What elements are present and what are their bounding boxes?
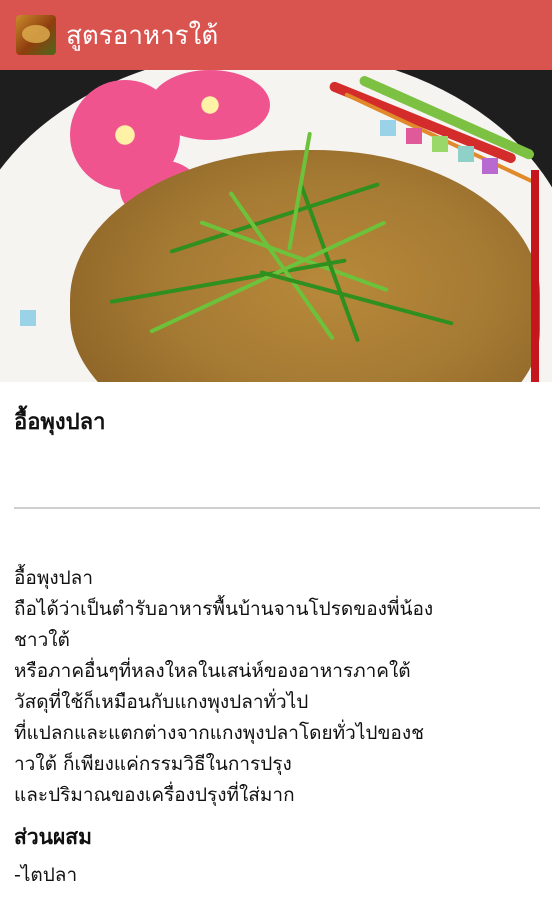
plate-square xyxy=(380,120,396,136)
description-line: และปริมาณของเครื่องปรุงที่ใส่มาก xyxy=(14,784,295,806)
plate-square xyxy=(482,158,498,174)
app-title: สูตรอาหารใต้ xyxy=(66,20,219,51)
app-bar: สูตรอาหารใต้ xyxy=(0,0,552,70)
recipe-description: อื้อพุงปลา ถือได้ว่าเป็นตำรับอาหารพื้นบ้… xyxy=(14,563,540,811)
flower-decoration xyxy=(150,70,270,140)
divider xyxy=(14,507,540,509)
recipe-content: อื้อพุงปลา อื้อพุงปลา ถือได้ว่าเป็นตำรับ… xyxy=(14,382,540,890)
app-food-icon[interactable] xyxy=(16,15,56,55)
plate-square xyxy=(406,128,422,144)
plate-square xyxy=(20,310,36,326)
ingredients-heading: ส่วนผสม xyxy=(14,825,92,849)
description-line: ถือได้ว่าเป็นตำรับอาหารพื้นบ้านจานโปรดขอ… xyxy=(14,598,434,620)
description-line: หรือภาคอื่นๆที่หลงใหลในเสน่ห์ของอาหารภาค… xyxy=(14,660,411,682)
description-line: าวใต้ ก็เพียงแค่กรรมวิธีในการปรุง xyxy=(14,753,292,775)
recipe-hero-image xyxy=(0,70,552,382)
description-line: วัสดุที่ใช้ก็เหมือนกับแกงพุงปลาทั่วไป xyxy=(14,691,309,713)
plate-red-stripe xyxy=(531,170,539,382)
plate-square xyxy=(458,146,474,162)
description-line: อื้อพุงปลา xyxy=(14,567,93,589)
description-line: ที่แปลกและแตกต่างจากแกงพุงปลาโดยทั่วไปขอ… xyxy=(14,722,425,744)
plate-square xyxy=(432,136,448,152)
recipe-title: อื้อพุงปลา xyxy=(14,410,106,435)
description-line: ชาวใต้ xyxy=(14,629,70,651)
ingredient-item: -ไตปลา xyxy=(14,864,78,886)
